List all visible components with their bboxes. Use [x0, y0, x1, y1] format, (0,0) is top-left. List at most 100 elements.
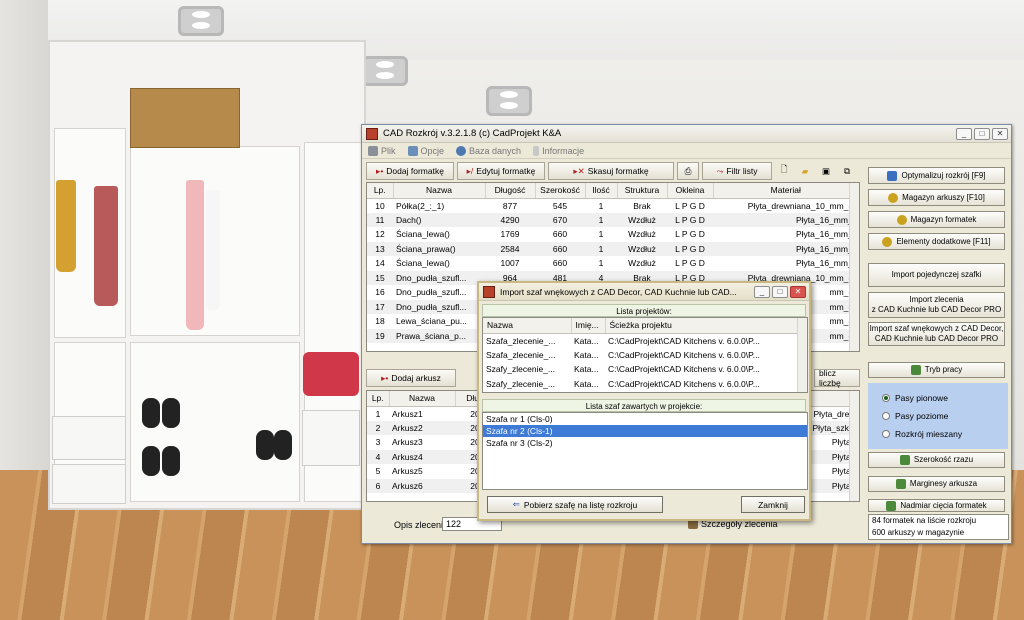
dialog-close-button[interactable]: ✕ — [790, 285, 806, 298]
col-header[interactable]: Imię... — [571, 318, 606, 334]
table-cell: Kata... — [574, 349, 599, 360]
table-cell: 1 — [598, 258, 604, 269]
filter-button[interactable]: ⤳ Filtr listy — [702, 162, 772, 180]
col-header[interactable]: Szerokość — [535, 183, 586, 199]
margins-button[interactable]: Marginesy arkusza — [868, 476, 1005, 492]
shoe — [274, 430, 292, 460]
table-cell: L P G D — [675, 229, 705, 240]
table-row[interactable]: Szafy_zlecenie_... Kata... C:\CadProjekt\C… — [483, 362, 807, 377]
radio-mixed-cut[interactable]: Rozkrój mieszany — [882, 429, 962, 439]
col-header[interactable]: Lp. — [367, 183, 394, 199]
table-cell: L P G D — [675, 258, 705, 269]
database-icon — [456, 145, 467, 156]
import-single-button[interactable]: Import pojedynczej szafki — [868, 263, 1005, 287]
overcut-button[interactable]: Nadmiar cięcia formatek — [868, 499, 1005, 512]
menu-plik[interactable]: Plik — [368, 145, 396, 156]
table-row[interactable]: 11 Dach() 4290 670 1 Wzdłuż L P G D Płyta_16_mm… — [367, 212, 859, 227]
new-file-button[interactable]: 🗋 — [775, 162, 793, 180]
col-header[interactable]: Materiał — [713, 183, 859, 199]
close-button[interactable]: ✕ — [992, 127, 1008, 140]
col-header[interactable]: Nazwa — [483, 318, 572, 334]
col-header[interactable]: Okleina — [667, 183, 714, 199]
overcut-label: Nadmiar cięcia formatek — [900, 500, 987, 510]
delete-part-button[interactable]: ▸✕ Skasuj formatkę — [548, 162, 674, 180]
hanging-shirt — [186, 180, 204, 330]
projects-table-body: Szafa_zlecenie_... Kata... C:\CadProjekt\C… — [483, 333, 807, 391]
dialog-minimize-button[interactable]: _ — [754, 285, 770, 298]
print-button[interactable]: ⎙ — [677, 162, 699, 180]
optimize-label: Optymalizuj rozkrój [F9] — [901, 170, 986, 180]
table-cell: Płyta_16_mm_( — [713, 212, 859, 227]
col-header[interactable]: Lp. — [367, 391, 390, 407]
edit-part-button[interactable]: ▸/Edytuj formatkę — [457, 162, 545, 180]
radio-horizontal-strips[interactable]: Pasy poziome — [882, 411, 948, 421]
table-row[interactable]: 12 Ściana_lewa() 1769 660 1 Wzdłuż L P G D Płyt… — [367, 227, 859, 242]
wardrobe-list-item[interactable]: Szafa nr 1 (Cls-0) — [483, 413, 807, 425]
menu-bar: Plik Opcje Baza danych Informacje — [362, 143, 1011, 159]
table-row[interactable]: Szafa_zlecenie_... Kata... C:\CadProjekt\C… — [483, 333, 807, 348]
col-header[interactable]: Ścieżka projektu — [605, 318, 807, 334]
col-header[interactable]: Ilość — [585, 183, 618, 199]
calculate-label: blicz liczbę — [819, 368, 841, 388]
col-header[interactable]: Nazwa — [389, 391, 456, 407]
table-row[interactable]: Szafa_zlecenie_... Kata... C:\CadProjekt\C… — [483, 348, 807, 363]
optimize-button[interactable]: Optymalizuj rozkrój [F9] — [868, 167, 1005, 184]
close-dialog-button[interactable]: Zamknij — [741, 496, 805, 513]
col-header[interactable]: Długość — [485, 183, 536, 199]
kerf-button[interactable]: Szerokość rzazu — [868, 452, 1005, 468]
mode-button[interactable]: Tryb pracy — [868, 362, 1005, 378]
add-sheet-button[interactable]: ▸• Dodaj arkusz — [366, 369, 456, 387]
table-cell: Ściana_prawa() — [393, 241, 485, 256]
wardrobes-list-items: Szafa nr 1 (Cls-0) Szafa nr 2 (Cls-1) Szaf… — [483, 413, 807, 449]
table-row[interactable]: 10 Półka(2_:_1) 877 545 1 Brak L P G D Płyta_dr… — [367, 198, 859, 213]
import-dialog: Import szaf wnękowych z CAD Decor, CAD K… — [477, 281, 811, 521]
import-order-button[interactable]: Import zlecenia z CAD Kuchnie lub CAD Dec… — [868, 292, 1005, 318]
add-part-button[interactable]: ▸• Dodaj formatkę — [366, 162, 454, 180]
table-row[interactable]: 13 Ściana_prawa() 2584 660 1 Wzdłuż L P G D Pły… — [367, 241, 859, 256]
table-row[interactable]: 14 Ściana_lewa() 1007 660 1 Wzdłuż L P G D Płyt… — [367, 256, 859, 271]
import-walkin-button[interactable]: Import szaf wnękowych z CAD Decor, CAD Ku… — [868, 322, 1005, 346]
kerf-label: Szerokość rzazu — [913, 455, 974, 464]
sheets-scrollbar[interactable] — [849, 391, 859, 501]
shoe — [162, 446, 180, 476]
menu-baza-danych[interactable]: Baza danych — [456, 145, 521, 156]
extras-button[interactable]: Elementy dodatkowe [F11] — [868, 233, 1005, 250]
part-store-button[interactable]: Magazyn formatek — [868, 211, 1005, 228]
menu-opcje[interactable]: Opcje — [407, 145, 444, 156]
fetch-wardrobe-button[interactable]: ⇐ Pobierz szafę na listę rozkroju — [487, 496, 663, 513]
wardrobe-list-item[interactable]: Szafa nr 3 (Cls-2) — [483, 437, 807, 449]
add-sheet-label: Dodaj arkusz — [391, 373, 441, 383]
table-cell: 10 — [375, 200, 385, 211]
table-cell: 660 — [552, 258, 568, 269]
calculate-button[interactable]: blicz liczbę — [814, 368, 860, 388]
dialog-titlebar[interactable]: Import szaf wnękowych z CAD Decor, CAD K… — [479, 283, 809, 301]
open-folder-button[interactable]: ▰ — [796, 162, 814, 180]
menu-label: Informacje — [542, 145, 585, 156]
table-cell: 660 — [552, 229, 568, 240]
shoe — [256, 430, 274, 460]
table-cell: Arkusz3 — [392, 437, 423, 448]
table-cell: 1007 — [500, 258, 520, 269]
main-titlebar[interactable]: CAD Rozkrój v.3.2.1.8 (c) CadProjekt K&A… — [362, 125, 1011, 143]
fetch-wardrobe-label: Pobierz szafę na listę rozkroju — [523, 499, 638, 510]
dialog-maximize-button[interactable]: □ — [772, 285, 788, 298]
save-button[interactable]: ▣ — [817, 162, 835, 180]
parts-scrollbar[interactable] — [849, 183, 859, 351]
radio-vertical-strips[interactable]: Pasy pionowe — [882, 393, 948, 403]
wardrobe-list-item[interactable]: Szafa nr 2 (Cls-1) — [483, 425, 807, 437]
sheet-store-button[interactable]: Magazyn arkuszy [F10] — [868, 189, 1005, 206]
menu-informacje[interactable]: Informacje — [533, 145, 585, 156]
minimize-button[interactable]: _ — [956, 127, 972, 140]
table-cell: L P G D — [675, 200, 705, 211]
copy-button[interactable]: ⧉ — [838, 162, 856, 180]
table-row[interactable]: Szafy_zlecenie_... Kata... C:\CadProjekt\C… — [483, 377, 807, 392]
col-header[interactable]: Nazwa — [393, 183, 486, 199]
table-cell: 15 — [367, 270, 393, 285]
window-title: CAD Rozkrój v.3.2.1.8 (c) CadProjekt K&A — [383, 128, 562, 139]
maximize-button[interactable]: □ — [974, 127, 990, 140]
col-header[interactable]: Struktura — [617, 183, 668, 199]
table-cell: L P G D — [667, 212, 713, 227]
menu-label: Plik — [381, 145, 396, 156]
projects-scrollbar[interactable] — [797, 318, 807, 392]
table-cell: C:\CadProjekt\CAD Kitchens v. 6.0.0\P... — [608, 364, 760, 375]
